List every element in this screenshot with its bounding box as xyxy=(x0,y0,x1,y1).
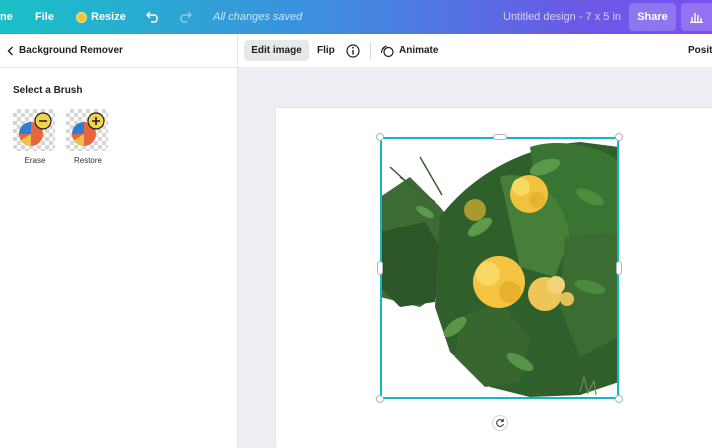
home-button[interactable]: ne xyxy=(0,0,13,34)
section-title: Select a Brush xyxy=(13,85,83,96)
resize-handle-bottom-left[interactable] xyxy=(376,395,384,403)
insights-button[interactable] xyxy=(681,3,712,31)
selection-box[interactable] xyxy=(380,137,619,399)
restore-brush[interactable]: Restore xyxy=(66,109,110,165)
flip-button[interactable]: Flip xyxy=(317,40,335,61)
panel-header: Background Remover xyxy=(0,34,237,68)
resize-handle-left[interactable] xyxy=(377,261,383,275)
rotate-handle[interactable] xyxy=(492,415,508,431)
chevron-left-icon xyxy=(7,46,13,55)
resize-handle-top-left[interactable] xyxy=(376,133,384,141)
resize-handle-top-right[interactable] xyxy=(615,133,623,141)
undo-button[interactable] xyxy=(146,0,160,34)
restore-thumbnail xyxy=(66,109,108,151)
file-menu-button[interactable]: File xyxy=(35,0,54,34)
erase-thumbnail xyxy=(13,109,55,151)
redo-button[interactable] xyxy=(178,0,192,34)
restore-label: Restore xyxy=(73,156,102,165)
bar-chart-icon xyxy=(690,13,703,23)
rotate-icon xyxy=(496,418,505,428)
resize-button[interactable]: Resize xyxy=(76,0,126,34)
share-button[interactable]: Share xyxy=(629,3,676,31)
back-button[interactable]: Background Remover xyxy=(7,45,123,56)
ball-icon xyxy=(19,112,52,146)
context-toolbar: Edit image Flip Animate Positi xyxy=(238,34,712,68)
design-title[interactable]: Untitled design - 7 x 5 in xyxy=(503,0,621,34)
undo-icon xyxy=(146,11,158,23)
position-button[interactable]: Positi xyxy=(688,40,712,61)
resize-handle-bottom-right[interactable] xyxy=(615,395,623,403)
resize-handle-top[interactable] xyxy=(493,134,507,140)
animate-button[interactable]: Animate xyxy=(380,40,438,61)
crown-icon xyxy=(76,11,87,23)
erase-brush[interactable]: Erase xyxy=(13,109,57,165)
top-bar: ne File Resize All changes saved Untitle… xyxy=(0,0,712,34)
toolbar-divider xyxy=(370,42,371,59)
animate-label: Animate xyxy=(399,45,439,56)
ball-icon xyxy=(72,112,105,146)
info-icon xyxy=(346,43,360,58)
edit-image-button[interactable]: Edit image xyxy=(244,40,309,61)
redo-icon xyxy=(180,11,192,23)
erase-label: Erase xyxy=(24,156,46,165)
info-button[interactable] xyxy=(346,40,360,61)
side-panel: Background Remover Select a Brush Erase xyxy=(0,34,238,448)
back-label: Background Remover xyxy=(19,45,123,56)
resize-label: Resize xyxy=(91,11,126,23)
animate-icon xyxy=(380,44,394,57)
resize-handle-right[interactable] xyxy=(616,261,622,275)
save-status: All changes saved xyxy=(213,11,303,23)
